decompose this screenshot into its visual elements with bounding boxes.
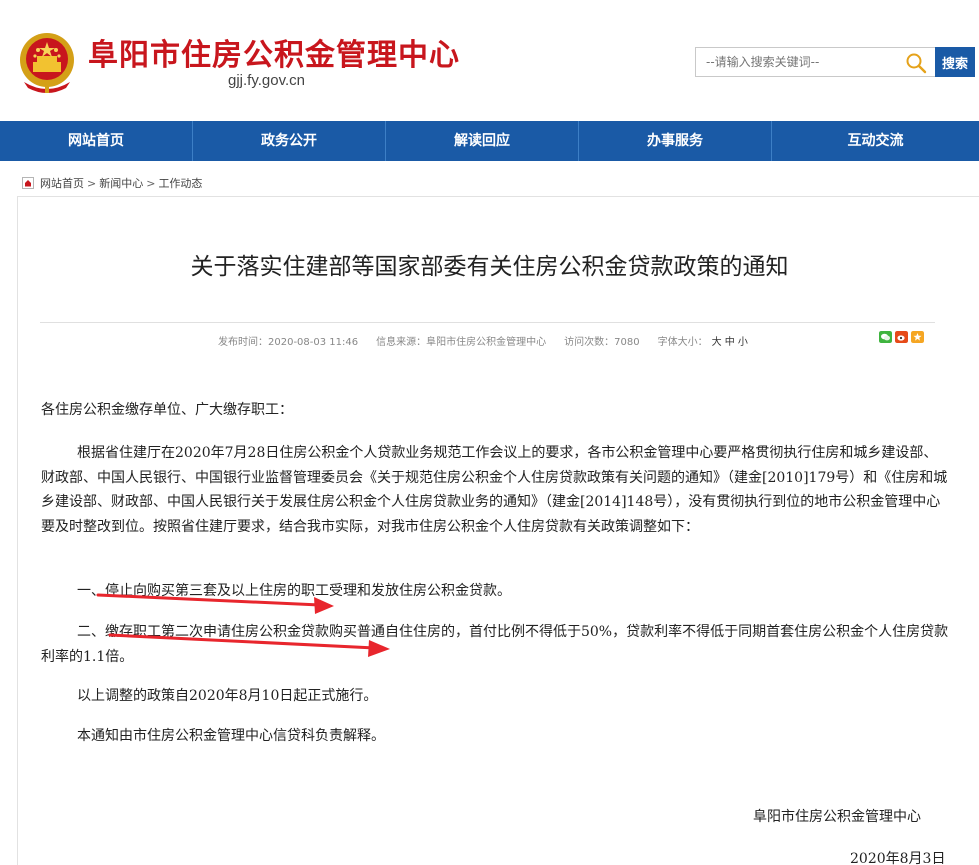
article-title: 关于落实住建部等国家部委有关住房公积金贷款政策的通知 bbox=[190, 254, 789, 280]
breadcrumb-home[interactable]: 网站首页 bbox=[40, 175, 84, 191]
salutation: 各住房公积金缴存单位、广大缴存职工： bbox=[41, 402, 293, 418]
nav-item-government-affairs[interactable]: 政务公开 bbox=[193, 121, 386, 161]
publish-time: 发布时间：2020-08-03 11:46 bbox=[218, 337, 359, 348]
nav-item-interpretation[interactable]: 解读回应 bbox=[386, 121, 579, 161]
nav-item-services[interactable]: 办事服务 bbox=[579, 121, 772, 161]
weibo-icon[interactable] bbox=[895, 331, 908, 343]
site-header: 阜阳市住房公积金管理中心 gjj.fy.gov.cn 搜索 bbox=[0, 0, 979, 121]
policy-item-1: 一、停止向购买第三套及以上住房的职工受理和发放住房公积金贷款。 bbox=[77, 583, 511, 599]
search-input[interactable] bbox=[696, 48, 901, 76]
interpretation-notice: 本通知由市住房公积金管理中心信贷科负责解释。 bbox=[77, 728, 385, 744]
signature: 阜阳市住房公积金管理中心 bbox=[753, 809, 921, 825]
effective-date-notice: 以上调整的政策自2020年8月10日起正式施行。 bbox=[77, 688, 378, 704]
wechat-icon[interactable] bbox=[879, 331, 892, 343]
site-domain: gjj.fy.gov.cn bbox=[228, 72, 305, 89]
policy-item-2: 二、缴存职工第二次申请住房公积金贷款购买普通自住住房的，首付比例不得低于50%，… bbox=[41, 624, 949, 665]
breadcrumb-separator: > bbox=[146, 176, 156, 190]
breadcrumb-separator: > bbox=[87, 176, 97, 190]
breadcrumb-work-news[interactable]: 工作动态 bbox=[158, 175, 202, 191]
meta-divider bbox=[40, 322, 935, 323]
share-icons bbox=[879, 331, 924, 343]
search-button[interactable]: 搜索 bbox=[935, 47, 975, 77]
nav-item-home[interactable]: 网站首页 bbox=[0, 121, 193, 161]
font-size-label: 字体大小： bbox=[657, 337, 708, 348]
search-box bbox=[695, 47, 935, 77]
font-size-options[interactable]: 大 中 小 bbox=[712, 333, 748, 348]
favorite-icon[interactable] bbox=[911, 331, 924, 343]
home-icon bbox=[22, 177, 34, 189]
visit-count: 访问次数：7080 bbox=[564, 337, 640, 348]
breadcrumb: 网站首页 > 新闻中心 > 工作动态 bbox=[22, 174, 202, 192]
article-meta: 发布时间：2020-08-03 11:46 信息来源：阜阳市住房公积金管理中心 … bbox=[218, 333, 748, 348]
national-emblem-icon bbox=[20, 33, 74, 93]
info-source: 信息来源：阜阳市住房公积金管理中心 bbox=[376, 337, 547, 348]
nav-item-interaction[interactable]: 互动交流 bbox=[772, 121, 979, 161]
issue-date: 2020年8月3日 bbox=[850, 851, 946, 865]
site-title: 阜阳市住房公积金管理中心 bbox=[88, 38, 460, 73]
breadcrumb-news-center[interactable]: 新闻中心 bbox=[99, 175, 143, 191]
paragraph: 根据省住建厅在2020年7月28日住房公积金个人贷款业务规范工作会议上的要求，各… bbox=[41, 445, 948, 535]
search-icon[interactable] bbox=[904, 51, 928, 75]
main-nav: 网站首页 政务公开 解读回应 办事服务 互动交流 bbox=[0, 121, 979, 161]
